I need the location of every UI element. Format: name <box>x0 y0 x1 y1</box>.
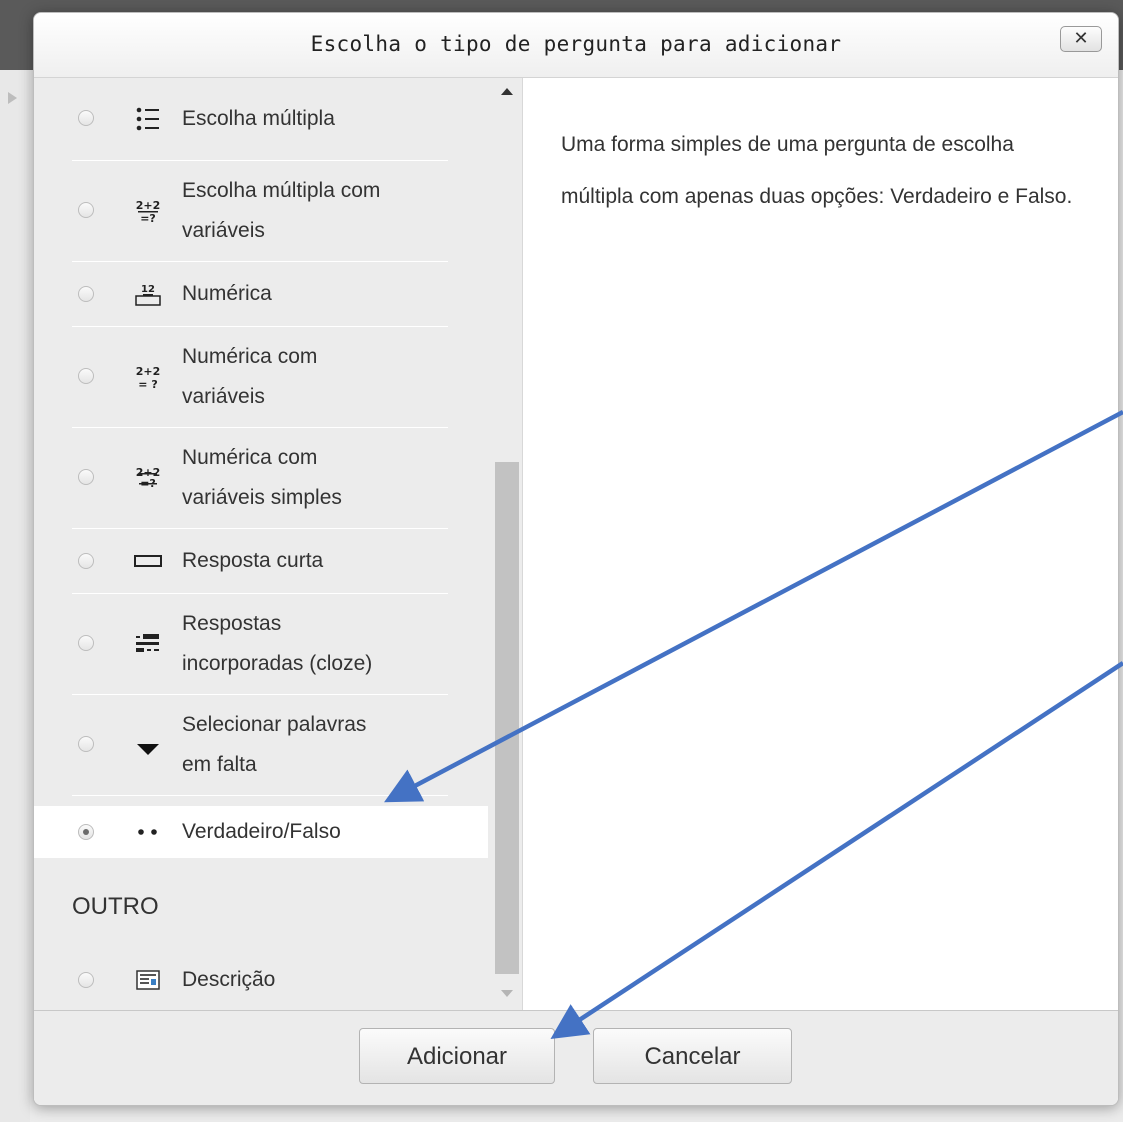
radio-button[interactable] <box>78 736 94 752</box>
option-escolha-multipla[interactable]: Escolha múltipla <box>72 78 448 161</box>
pane-divider <box>522 78 523 1010</box>
option-resposta-curta[interactable]: Resposta curta <box>72 529 448 594</box>
radio-button-selected[interactable] <box>78 824 94 840</box>
option-numerica[interactable]: 12 Numérica <box>72 262 448 327</box>
description-icon <box>132 964 164 996</box>
calculated-multichoice-icon: 2+2 =? <box>132 195 164 227</box>
option-label: Numérica <box>182 282 272 305</box>
option-label: Verdadeiro/Falso <box>182 820 341 843</box>
option-selecionar-palavras[interactable]: Selecionar palavras em falta <box>72 695 448 796</box>
close-button[interactable]: ✕ <box>1060 26 1102 52</box>
option-label: Escolha múltipla <box>182 107 335 130</box>
dialog-footer: Adicionar Cancelar <box>34 1010 1118 1105</box>
option-label: Numérica com variáveis <box>182 345 318 408</box>
svg-text:2+2: 2+2 <box>136 199 161 212</box>
option-label: Resposta curta <box>182 549 324 572</box>
option-label: Selecionar palavras em falta <box>182 713 367 776</box>
cloze-icon <box>132 628 164 660</box>
dialog-header: Escolha o tipo de pergunta para adiciona… <box>34 13 1118 78</box>
add-button[interactable]: Adicionar <box>359 1028 555 1084</box>
radio-button[interactable] <box>78 553 94 569</box>
svg-text:= ?: = ? <box>138 378 157 391</box>
page-sidebar-backdrop <box>0 70 30 1122</box>
svg-text:2+2: 2+2 <box>136 365 161 378</box>
option-label: Descrição <box>182 968 276 991</box>
option-label: Respostas incorporadas (cloze) <box>182 612 373 675</box>
dropdown-icon <box>132 733 164 765</box>
radio-button[interactable] <box>78 972 94 988</box>
radio-dot <box>83 829 89 835</box>
option-cloze[interactable]: Respostas incorporadas (cloze) <box>72 594 448 695</box>
scroll-thumb[interactable] <box>495 462 519 974</box>
scroll-up-arrow-icon[interactable] <box>501 88 513 95</box>
scroll-down-arrow-icon[interactable] <box>501 990 513 997</box>
numerical-icon: 12 <box>132 278 164 310</box>
calculated-icon: 2+2 = ? <box>132 361 164 393</box>
svg-text:12: 12 <box>141 284 155 295</box>
calculated-simple-icon: 2+2 =? <box>132 462 164 494</box>
radio-button[interactable] <box>78 202 94 218</box>
radio-button[interactable] <box>78 286 94 302</box>
option-verdadeiro-falso[interactable]: Verdadeiro/Falso <box>34 806 488 858</box>
section-heading-outro: OUTRO <box>72 893 159 920</box>
multichoice-icon <box>132 103 164 135</box>
cancel-button[interactable]: Cancelar <box>593 1028 792 1084</box>
radio-button[interactable] <box>78 368 94 384</box>
collapse-arrow-icon <box>8 92 17 104</box>
radio-button[interactable] <box>78 469 94 485</box>
svg-text:=?: =? <box>140 212 156 225</box>
radio-button[interactable] <box>78 635 94 651</box>
question-type-description: Uma forma simples de uma pergunta de esc… <box>561 133 1073 208</box>
dialog-title: Escolha o tipo de pergunta para adiciona… <box>310 32 842 56</box>
option-label: Numérica com variáveis simples <box>182 446 342 509</box>
truefalse-icon <box>132 816 164 848</box>
question-type-list: Escolha múltipla 2+2 =? Escolha múltipla … <box>34 78 522 1010</box>
radio-button[interactable] <box>78 110 94 126</box>
option-descricao[interactable]: Descrição <box>72 948 448 1010</box>
options-scrollbar[interactable] <box>494 78 522 1010</box>
short-answer-icon <box>132 545 164 577</box>
option-escolha-multipla-variaveis[interactable]: 2+2 =? Escolha múltipla com variáveis <box>72 161 448 262</box>
option-numerica-variaveis-simples[interactable]: 2+2 =? Numérica com variáveis simples <box>72 428 448 529</box>
choose-question-type-dialog: Escolha o tipo de pergunta para adiciona… <box>33 12 1119 1106</box>
option-label: Escolha múltipla com variáveis <box>182 179 381 242</box>
option-numerica-variaveis[interactable]: 2+2 = ? Numérica com variáveis <box>72 327 448 428</box>
